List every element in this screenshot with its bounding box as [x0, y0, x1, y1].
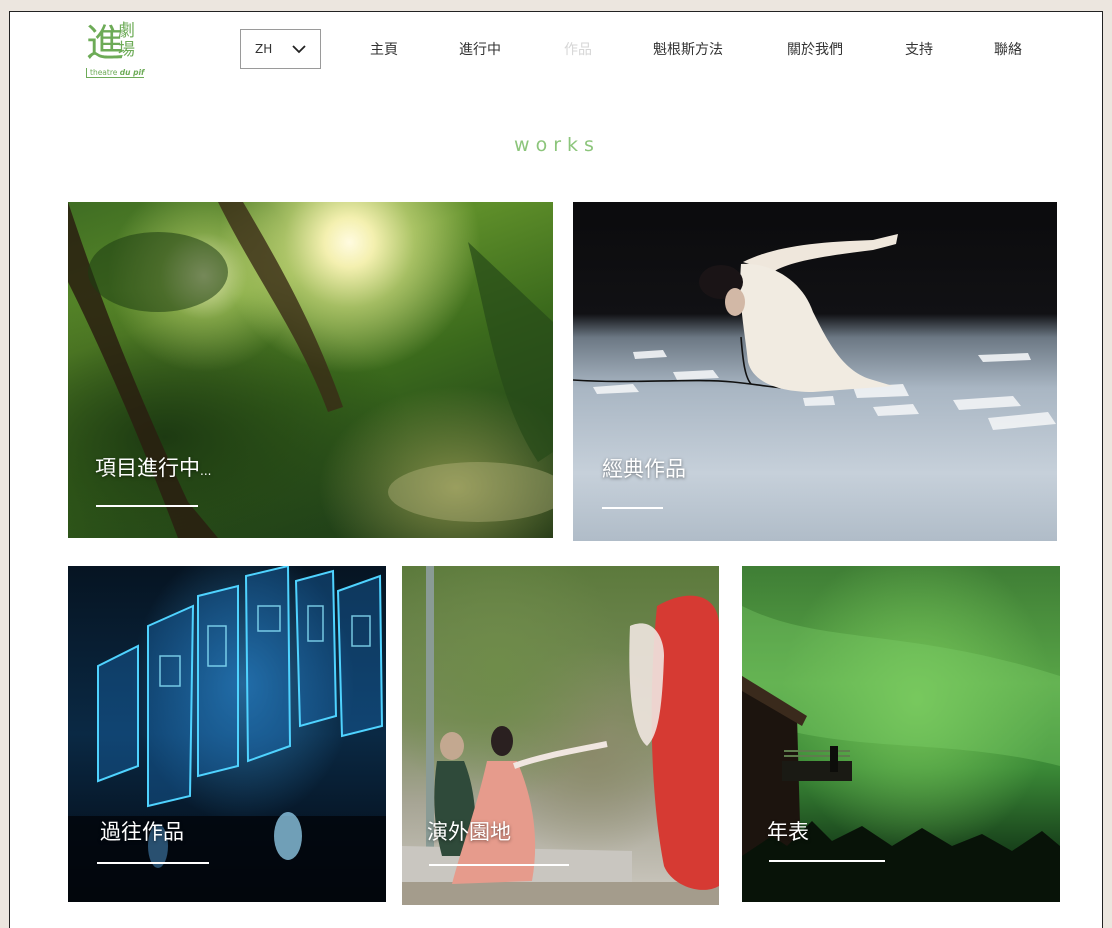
- tile-beyond-stage[interactable]: 演外園地: [402, 566, 719, 905]
- page-frame: 進 劇 場 theatre du pif ZH 主頁 進行中 作品 魁根斯方法 …: [9, 11, 1103, 928]
- tile-classic-works[interactable]: 經典作品: [573, 202, 1057, 541]
- nav-item-grotowski-method[interactable]: 魁根斯方法: [653, 39, 723, 59]
- logo-subtitle-theatre: theatre: [90, 68, 118, 77]
- logo-small-char-1: 劇: [118, 21, 135, 41]
- chevron-down-icon: [292, 45, 306, 54]
- nav-item-about-us[interactable]: 關於我們: [787, 39, 843, 59]
- language-select-value: ZH: [255, 42, 273, 56]
- dancer-image: [573, 202, 1057, 541]
- led-installation-image: [68, 566, 386, 902]
- tile-ongoing-projects-underline: [96, 505, 198, 507]
- tile-beyond-stage-label: 演外園地: [427, 820, 511, 844]
- tile-past-works-underline: [97, 862, 209, 864]
- tile-classic-works-label: 經典作品: [602, 457, 686, 481]
- language-select[interactable]: ZH: [240, 29, 321, 69]
- nav-item-support[interactable]: 支持: [905, 39, 933, 59]
- nav-item-home[interactable]: 主頁: [370, 39, 398, 59]
- tile-timeline-underline: [769, 860, 885, 862]
- tile-timeline-label: 年表: [767, 820, 809, 844]
- tile-ongoing-projects-label: 項目進行中...: [95, 452, 211, 482]
- nav-item-works[interactable]: 作品: [564, 39, 592, 59]
- tile-beyond-stage-underline: [429, 864, 569, 866]
- tile-past-works-label: 過往作品: [100, 820, 184, 844]
- theatre-du-pif-logo[interactable]: 進 劇 場 theatre du pif: [86, 20, 148, 80]
- forest-image: [68, 202, 553, 538]
- nav-item-ongoing[interactable]: 進行中: [459, 39, 501, 59]
- tile-ongoing-projects-label-ellipsis: ...: [200, 464, 212, 478]
- tile-ongoing-projects[interactable]: 項目進行中...: [68, 202, 553, 538]
- outdoor-performance-image: [402, 566, 719, 905]
- tile-past-works[interactable]: 過往作品: [68, 566, 386, 902]
- nav-item-contact[interactable]: 聯絡: [994, 39, 1022, 59]
- aurora-image: [742, 566, 1060, 902]
- page-title: works: [514, 134, 600, 156]
- logo-small-char-2: 場: [118, 40, 135, 60]
- logo-subtitle: theatre du pif: [86, 68, 145, 78]
- tile-timeline[interactable]: 年表: [742, 566, 1060, 902]
- tile-classic-works-underline: [602, 507, 663, 509]
- tile-ongoing-projects-label-text: 項目進行中: [95, 456, 200, 480]
- logo-subtitle-du-pif: du pif: [119, 68, 145, 77]
